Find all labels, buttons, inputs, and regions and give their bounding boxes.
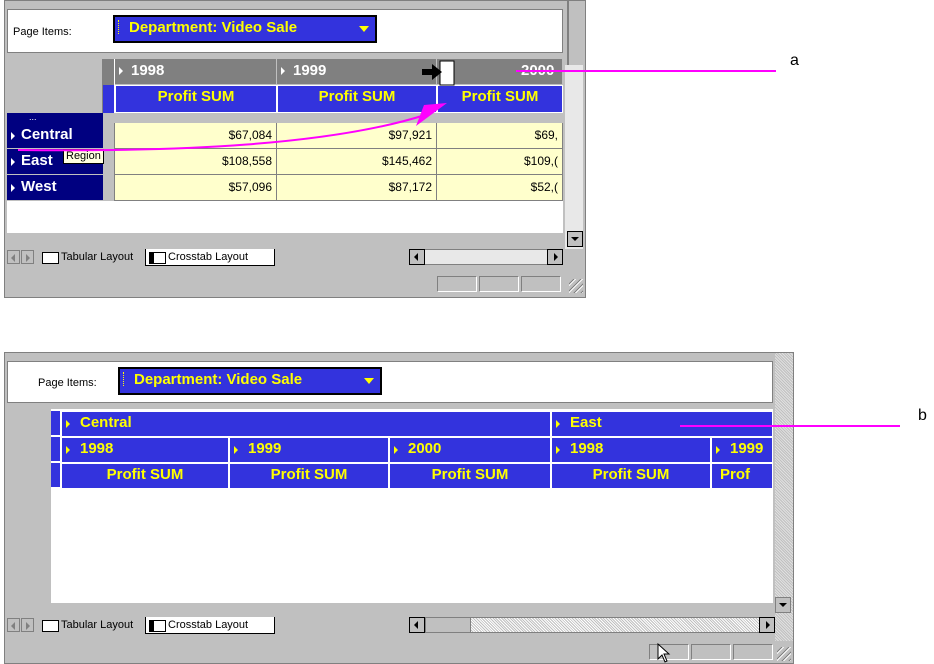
department-dropdown[interactable]: Department: Video Sale: [113, 15, 377, 43]
table-icon: [42, 620, 59, 632]
drag-grip-icon[interactable]: [118, 20, 123, 34]
year-header[interactable]: 2000: [389, 437, 551, 463]
crosstab-grid-b: Central East 1998 1999 2000 1998 1999 Pr…: [7, 409, 773, 603]
status-pane: [691, 644, 731, 660]
year-header[interactable]: 1998: [115, 59, 277, 85]
callout-a-line: [516, 70, 776, 72]
measure-header[interactable]: Profit SUM: [437, 85, 563, 113]
status-pane: [479, 276, 519, 292]
status-pane: [437, 276, 477, 292]
year-header[interactable]: 1999: [711, 437, 773, 463]
department-dropdown-value: Department: Video Sale: [134, 371, 303, 388]
data-cell: $145,462: [277, 149, 437, 175]
crosstab-window-b: Page Items: Department: Video Sale Centr…: [4, 352, 794, 664]
column-grip[interactable]: [103, 85, 115, 113]
window-edge: [775, 353, 793, 663]
corner-cell: [7, 409, 51, 603]
vertical-scrollbar[interactable]: [565, 65, 583, 249]
resize-grip-icon[interactable]: [569, 279, 583, 293]
status-bar: [5, 641, 793, 663]
dropdown-arrow-icon[interactable]: [364, 378, 374, 384]
year-header[interactable]: 1999: [229, 437, 389, 463]
scroll-right-button[interactable]: [547, 249, 563, 265]
measure-header[interactable]: Profit SUM: [277, 85, 437, 113]
table-icon: [42, 252, 59, 264]
tab-scroll-right-button[interactable]: [21, 618, 34, 632]
scroll-right-button[interactable]: [759, 617, 775, 633]
scroll-left-button[interactable]: [409, 249, 425, 265]
crosstab-grid-a: 1998 1999 2000 Profit SUM Profit SUM Pro…: [7, 59, 563, 233]
column-grip[interactable]: [103, 59, 115, 85]
department-dropdown-value: Department: Video Sale: [129, 19, 298, 36]
tab-crosstab-layout[interactable]: Crosstab Layout: [145, 249, 276, 266]
drag-grip-icon[interactable]: [123, 372, 128, 386]
status-pane: [521, 276, 561, 292]
scroll-thumb[interactable]: [425, 617, 471, 633]
year-header[interactable]: 2000: [437, 59, 563, 85]
crosstab-window-a: Page Items: Department: Video Sale 1998 …: [4, 0, 586, 298]
measure-header[interactable]: Profit SUM: [229, 463, 389, 489]
page-items-bar: Page Items: Department: Video Sale: [7, 361, 773, 403]
data-cell: $108,558: [115, 149, 277, 175]
tab-tabular-layout[interactable]: Tabular Layout: [39, 617, 133, 633]
measure-header[interactable]: Profit SUM: [551, 463, 711, 489]
region-tooltip: Region: [63, 149, 104, 164]
layout-tab-bar: Tabular Layout Crosstab Layout: [5, 617, 775, 635]
data-cell: $67,084: [115, 123, 277, 149]
department-dropdown[interactable]: Department: Video Sale: [118, 367, 382, 395]
callout-b-label: b: [918, 407, 927, 424]
region-header-central[interactable]: Central: [61, 411, 551, 437]
crosstab-icon: [149, 620, 166, 632]
scroll-left-button[interactable]: [409, 617, 425, 633]
resize-grip-icon[interactable]: [777, 647, 791, 661]
callout-b-line: [680, 425, 900, 427]
measure-header[interactable]: Profit SUM: [61, 463, 229, 489]
column-grip[interactable]: [51, 437, 61, 461]
row-header-top: ...: [7, 113, 103, 123]
data-cell: $69,: [437, 123, 563, 149]
column-grip[interactable]: [51, 411, 61, 435]
data-cell: $52,(: [437, 175, 563, 201]
tab-scroll-right-button[interactable]: [21, 250, 34, 264]
page-items-bar: Page Items: Department: Video Sale: [7, 9, 563, 53]
row-header-central[interactable]: Central: [7, 123, 103, 149]
data-cell: $97,921: [277, 123, 437, 149]
status-pane: [733, 644, 773, 660]
row-grip-column: [103, 123, 115, 201]
mouse-cursor-icon: [657, 643, 671, 663]
tab-scroll-left-button[interactable]: [7, 618, 20, 632]
column-grip[interactable]: [51, 463, 61, 487]
measure-header[interactable]: Profit SUM: [389, 463, 551, 489]
callout-a-label: a: [790, 52, 799, 69]
scroll-down-button[interactable]: [775, 597, 791, 613]
page-items-label: Page Items:: [38, 377, 97, 389]
region-header-east[interactable]: East: [551, 411, 773, 437]
data-cell: $57,096: [115, 175, 277, 201]
tab-crosstab-layout[interactable]: Crosstab Layout: [145, 617, 276, 634]
tab-scroll-left-button[interactable]: [7, 250, 20, 264]
corner-cell: [7, 59, 103, 121]
page-items-label: Page Items:: [13, 26, 72, 38]
data-cell: $87,172: [277, 175, 437, 201]
separator-row: [103, 113, 563, 123]
year-header[interactable]: 1999: [277, 59, 437, 85]
measure-header[interactable]: Prof: [711, 463, 773, 489]
crosstab-icon: [149, 252, 166, 264]
dropdown-arrow-icon[interactable]: [359, 26, 369, 32]
year-header[interactable]: 1998: [551, 437, 711, 463]
status-bar: [5, 273, 585, 295]
horizontal-scrollbar[interactable]: [409, 249, 563, 265]
tab-tabular-layout[interactable]: Tabular Layout: [39, 249, 133, 265]
window-edge: [567, 1, 585, 65]
year-header[interactable]: 1998: [61, 437, 229, 463]
scroll-down-button[interactable]: [567, 231, 583, 247]
layout-tab-bar: Tabular Layout Crosstab Layout: [5, 249, 565, 267]
measure-header[interactable]: Profit SUM: [115, 85, 277, 113]
data-cell: $109,(: [437, 149, 563, 175]
row-header-west[interactable]: West: [7, 175, 103, 201]
